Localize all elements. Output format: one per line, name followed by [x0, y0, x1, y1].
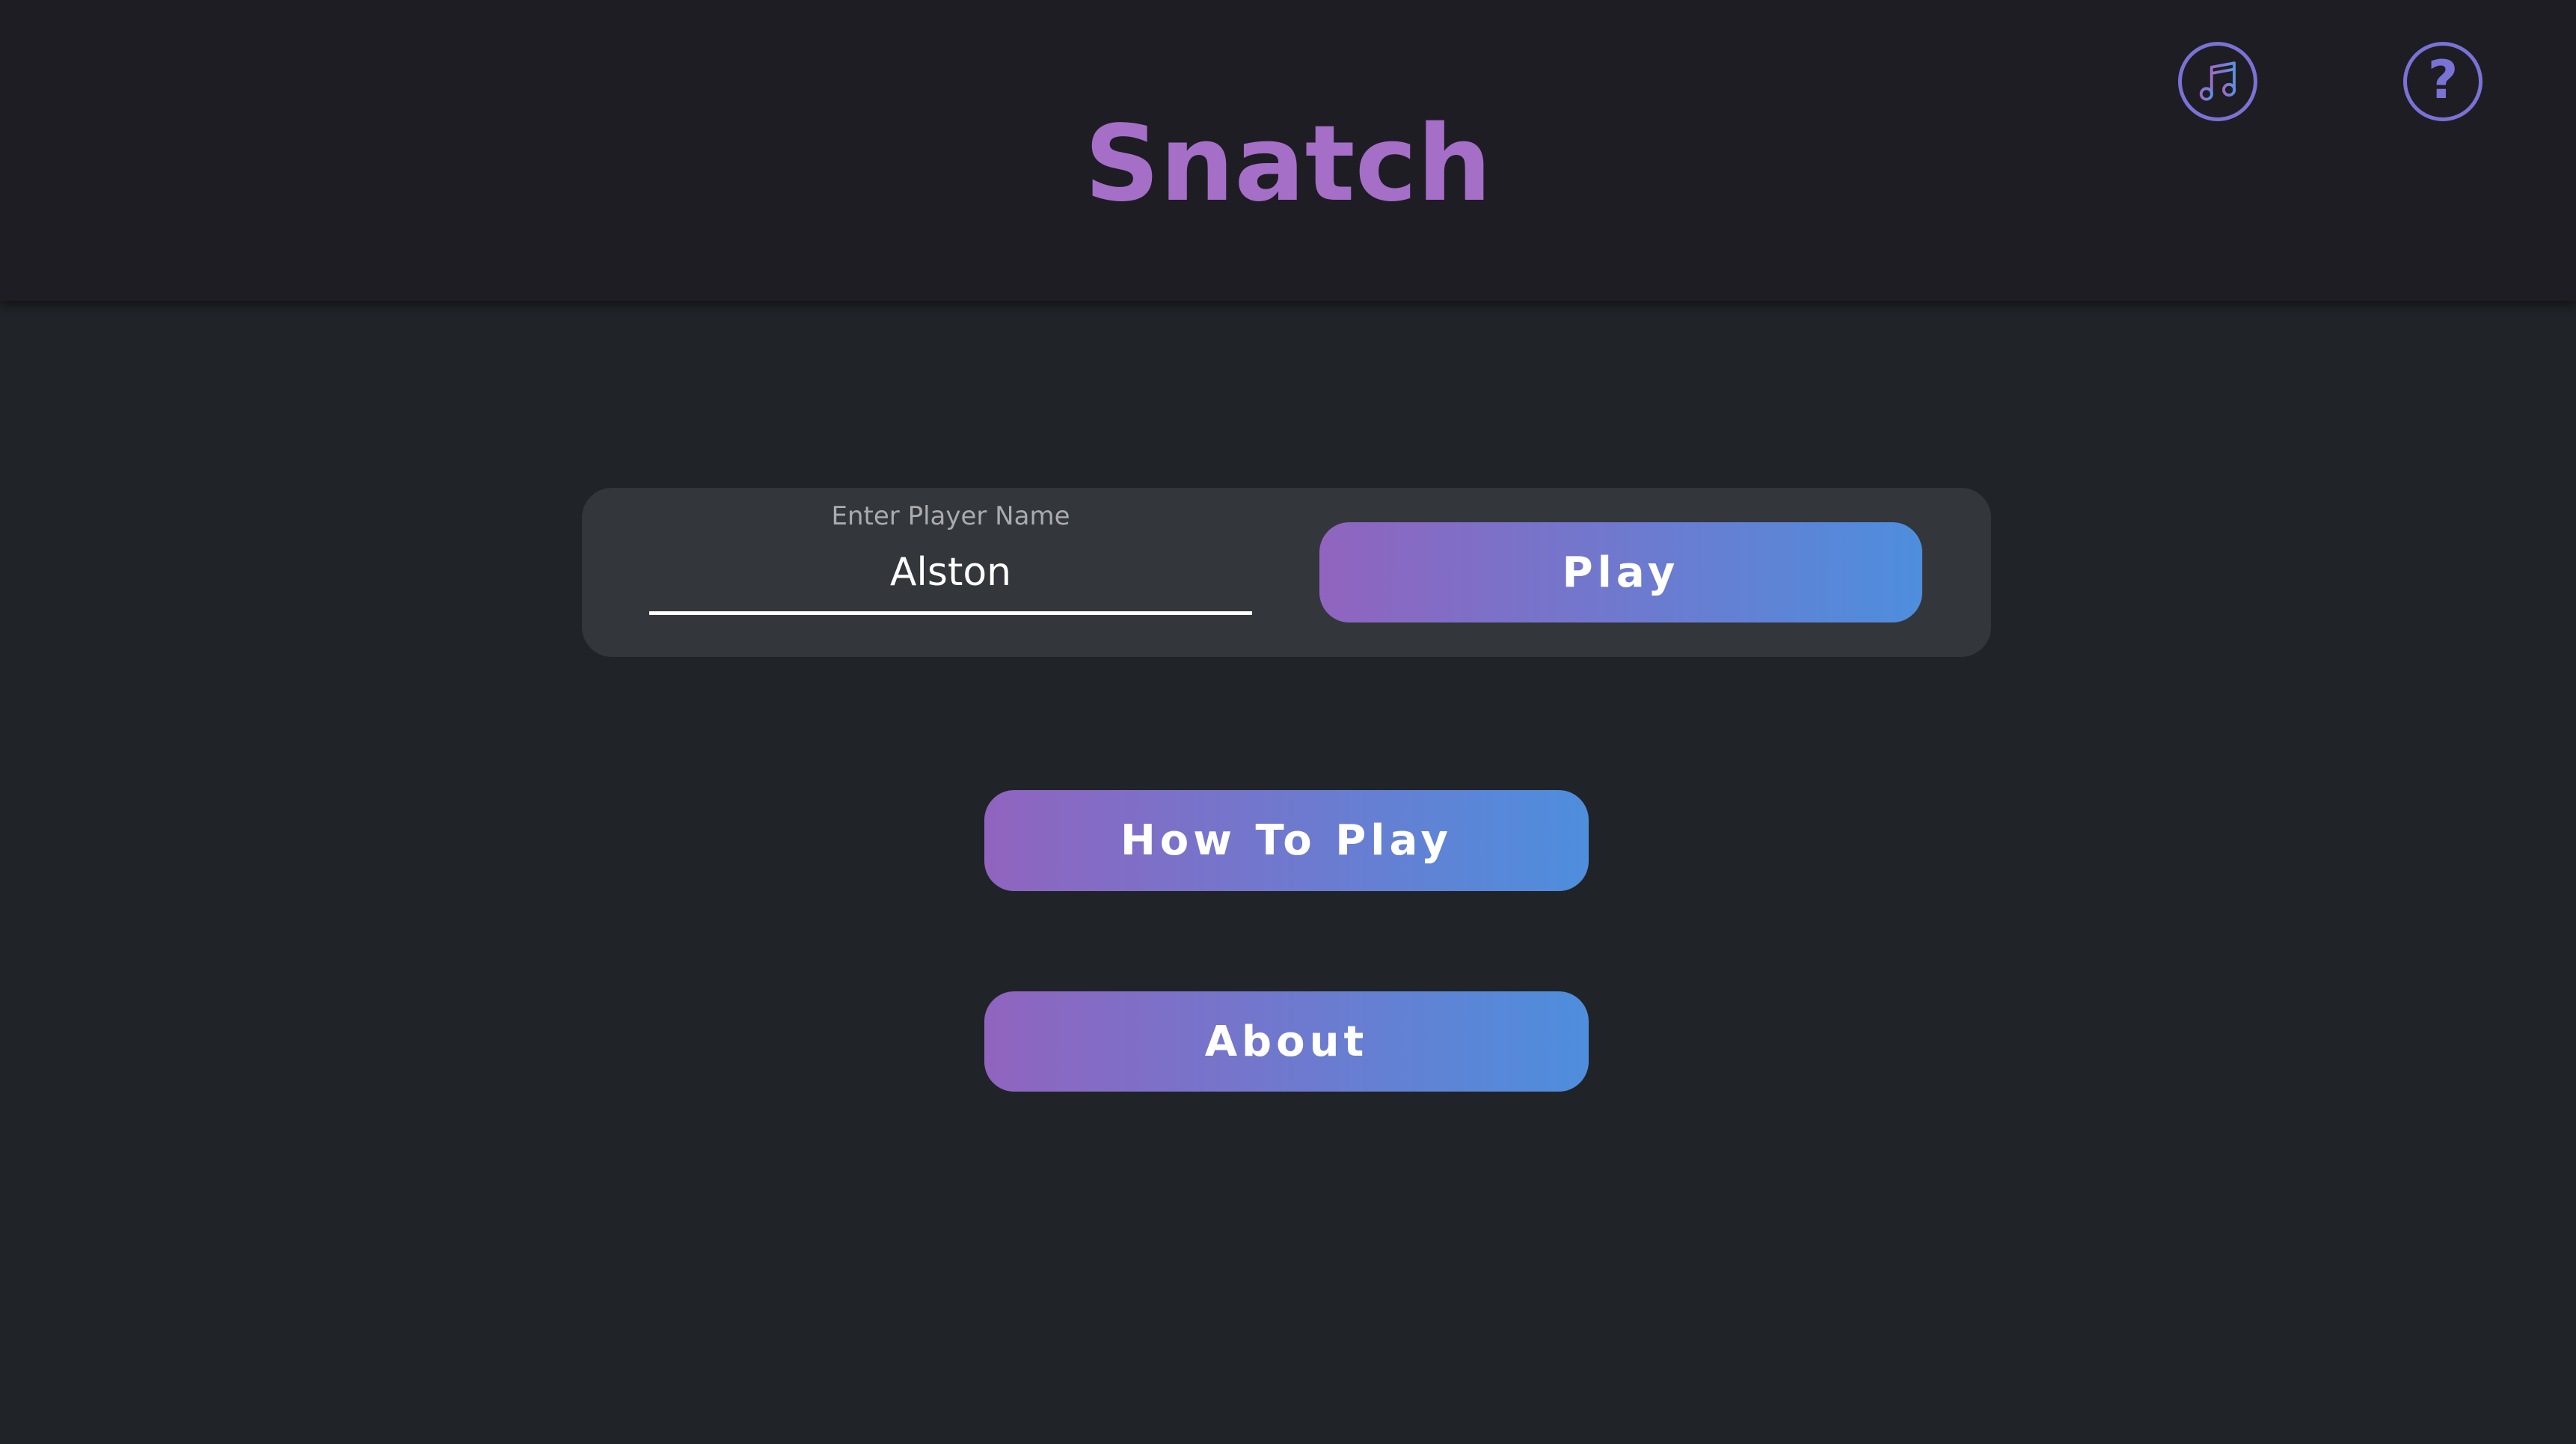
- player-name-label: Enter Player Name: [831, 501, 1070, 531]
- app-title: Snatch: [1084, 103, 1492, 225]
- header-bar: Snatch ?: [0, 0, 2576, 301]
- about-button[interactable]: About: [984, 991, 1589, 1092]
- music-toggle-button[interactable]: [2178, 42, 2257, 121]
- player-name-input[interactable]: [649, 533, 1252, 615]
- music-note-icon: [2199, 61, 2236, 101]
- player-name-panel: Enter Player Name Play: [582, 488, 1991, 657]
- how-to-play-button[interactable]: How To Play: [984, 790, 1589, 891]
- help-button[interactable]: ?: [2403, 42, 2483, 121]
- question-mark-icon: ?: [2427, 49, 2459, 111]
- play-button[interactable]: Play: [1319, 522, 1922, 622]
